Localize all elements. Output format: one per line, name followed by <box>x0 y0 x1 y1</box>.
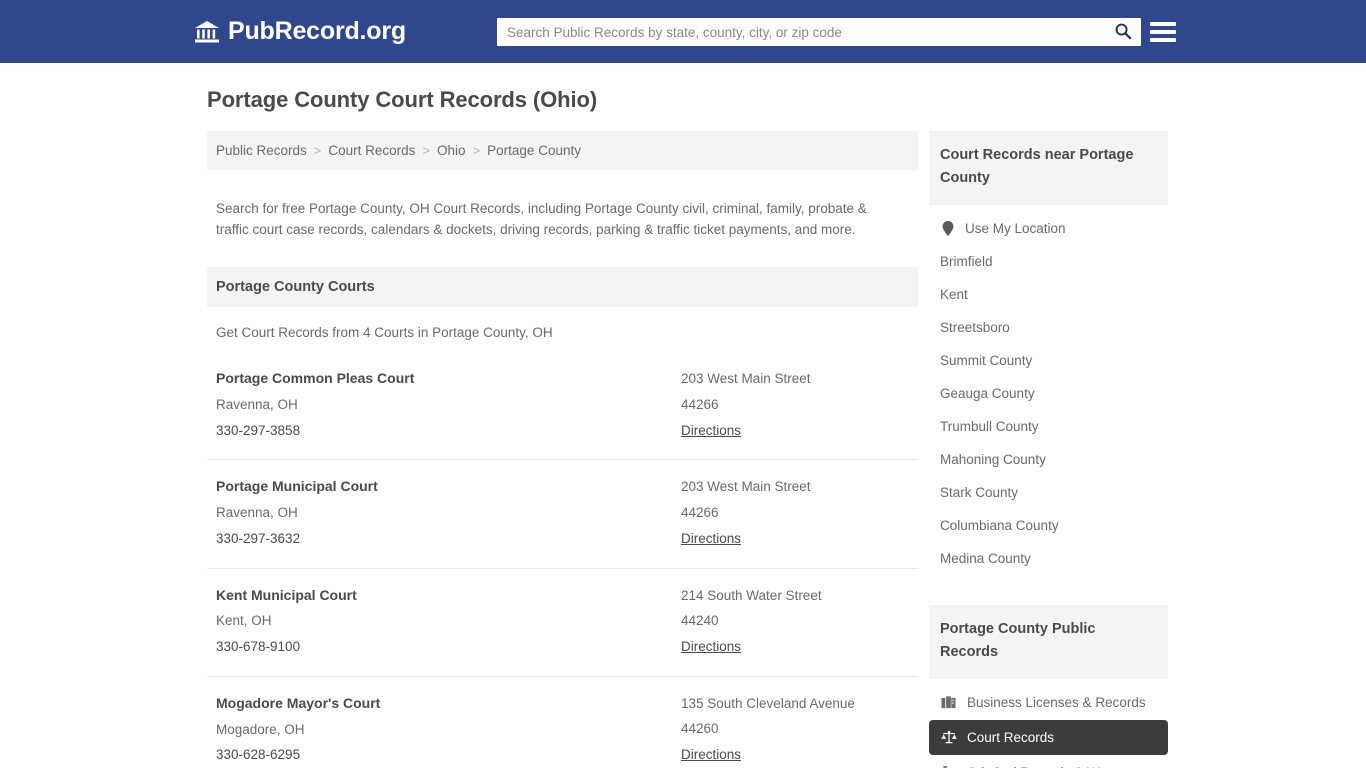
sidebar-item-label: Business Licenses & Records <box>967 694 1146 710</box>
sidebar-item-label: Trumbull County <box>940 418 1039 434</box>
table-row: Portage Municipal Court Ravenna, OH 330-… <box>207 459 918 567</box>
brand-logo-link[interactable]: PubRecord.org <box>194 19 406 44</box>
page-body: Portage County Court Records (Ohio) Publ… <box>0 63 1366 768</box>
two-column-layout: Public Records > Court Records > Ohio > … <box>198 131 1168 768</box>
sidebar-item-label: Use My Location <box>965 220 1066 236</box>
sidebar-public-records-list: Business Licenses & Records Court Record… <box>929 685 1168 768</box>
table-row: Kent Municipal Court Kent, OH 330-678-91… <box>207 567 918 676</box>
breadcrumb: Public Records > Court Records > Ohio > … <box>207 131 918 170</box>
breadcrumb-item-court-records[interactable]: Court Records <box>328 143 415 158</box>
scales-of-justice-icon <box>940 730 957 745</box>
sidebar-public-records-block: Portage County Public Records Business L… <box>929 604 1168 768</box>
court-info-left: Kent Municipal Court Kent, OH 330-678-91… <box>216 583 681 660</box>
court-name: Kent Municipal Court <box>216 586 357 603</box>
sidebar: Court Records near Portage County Use My… <box>918 131 1168 768</box>
court-info-right: 203 West Main Street 44266 Directions <box>681 474 909 551</box>
court-name: Portage Municipal Court <box>216 478 378 495</box>
court-street: 203 West Main Street <box>681 371 811 387</box>
breadcrumb-separator: > <box>422 143 431 158</box>
breadcrumb-item-portage-county[interactable]: Portage County <box>487 143 581 158</box>
breadcrumb-separator: > <box>472 143 481 158</box>
court-info-left: Portage Common Pleas Court Ravenna, OH 3… <box>216 366 681 443</box>
sidebar-item-label: Kent <box>940 286 968 302</box>
sidebar-item-label: Columbiana County <box>940 517 1059 533</box>
sidebar-nearby-list: Use My Location Brimfield Kent Streetsbo… <box>929 205 1168 575</box>
search-bar <box>497 18 1141 46</box>
main-column: Public Records > Court Records > Ohio > … <box>198 131 918 768</box>
court-zip: 44266 <box>681 505 719 521</box>
search-input[interactable] <box>497 19 1105 45</box>
site-header: PubRecord.org <box>0 0 1366 63</box>
court-zip: 44240 <box>681 613 719 629</box>
courts-section-heading: Portage County Courts <box>207 267 918 308</box>
sidebar-item-columbiana-county[interactable]: Columbiana County <box>929 509 1168 542</box>
sidebar-item-label: Stark County <box>940 484 1019 500</box>
hamburger-menu-icon[interactable] <box>1150 18 1176 46</box>
table-row: Mogadore Mayor's Court Mogadore, OH 330-… <box>207 675 918 768</box>
sidebar-item-criminal-records[interactable]: Criminal Records & Warrants <box>929 755 1168 768</box>
briefcase-icon <box>940 695 957 710</box>
sidebar-item-stark-county[interactable]: Stark County <box>929 476 1168 509</box>
sidebar-item-geauga-county[interactable]: Geauga County <box>929 377 1168 410</box>
court-street: 135 South Cleveland Avenue <box>681 695 855 711</box>
court-phone: 330-297-3632 <box>216 530 301 546</box>
sidebar-item-brimfield[interactable]: Brimfield <box>929 245 1168 278</box>
sidebar-item-medina-county[interactable]: Medina County <box>929 542 1168 575</box>
sidebar-item-court-records[interactable]: Court Records <box>929 719 1168 755</box>
intro-description: Search for free Portage County, OH Court… <box>216 200 867 238</box>
breadcrumb-item-public-records[interactable]: Public Records <box>216 143 307 158</box>
court-phone: 330-297-3858 <box>216 422 301 438</box>
directions-link[interactable]: Directions <box>681 418 741 444</box>
court-city-state: Mogadore, OH <box>216 721 305 737</box>
sidebar-item-trumbull-county[interactable]: Trumbull County <box>929 410 1168 443</box>
court-name: Mogadore Mayor's Court <box>216 694 381 711</box>
sidebar-public-records-heading: Portage County Public Records <box>929 604 1168 679</box>
sidebar-item-streetsboro[interactable]: Streetsboro <box>929 311 1168 344</box>
breadcrumb-separator: > <box>313 143 322 158</box>
court-info-right: 203 West Main Street 44266 Directions <box>681 366 909 443</box>
court-street: 214 South Water Street <box>681 587 822 603</box>
sidebar-item-label: Mahoning County <box>940 451 1046 467</box>
bank-building-icon <box>194 20 220 44</box>
court-info-right: 214 South Water Street 44240 Directions <box>681 583 909 660</box>
court-city-state: Ravenna, OH <box>216 397 298 413</box>
page-title: Portage County Court Records (Ohio) <box>207 87 598 112</box>
brand-name: PubRecord.org <box>228 17 406 45</box>
sidebar-item-label: Geauga County <box>940 385 1035 401</box>
court-phone: 330-628-6295 <box>216 747 301 763</box>
sidebar-item-label: Summit County <box>940 352 1033 368</box>
sidebar-item-label: Brimfield <box>940 253 993 269</box>
search-icon <box>1114 22 1132 43</box>
court-zip: 44260 <box>681 721 719 737</box>
courts-list: Portage Common Pleas Court Ravenna, OH 3… <box>207 352 918 768</box>
table-row: Portage Common Pleas Court Ravenna, OH 3… <box>207 352 918 459</box>
court-zip: 44266 <box>681 396 719 412</box>
sidebar-item-label: Court Records <box>967 729 1055 745</box>
directions-link[interactable]: Directions <box>681 634 741 660</box>
content-container: Portage County Court Records (Ohio) Publ… <box>198 63 1168 768</box>
court-city-state: Ravenna, OH <box>216 505 298 521</box>
sidebar-item-label: Medina County <box>940 550 1031 566</box>
sidebar-item-mahoning-county[interactable]: Mahoning County <box>929 443 1168 476</box>
court-info-right: 135 South Cleveland Avenue 44260 Directi… <box>681 691 909 768</box>
map-pin-icon <box>940 220 956 236</box>
sidebar-item-business-licenses[interactable]: Business Licenses & Records <box>929 685 1168 720</box>
court-info-left: Mogadore Mayor's Court Mogadore, OH 330-… <box>216 691 681 768</box>
sidebar-nearby-heading: Court Records near Portage County <box>929 131 1168 205</box>
court-city-state: Kent, OH <box>216 613 272 629</box>
search-button[interactable] <box>1105 18 1141 46</box>
courts-section-subtitle: Get Court Records from 4 Courts in Porta… <box>216 325 553 341</box>
sidebar-item-label: Streetsboro <box>940 319 1010 335</box>
court-name: Portage Common Pleas Court <box>216 370 415 387</box>
court-street: 203 West Main Street <box>681 479 811 495</box>
directions-link[interactable]: Directions <box>681 742 741 768</box>
sidebar-item-use-my-location[interactable]: Use My Location <box>929 205 1168 245</box>
directions-link[interactable]: Directions <box>681 526 741 552</box>
court-phone: 330-678-9100 <box>216 639 301 655</box>
sidebar-item-summit-county[interactable]: Summit County <box>929 344 1168 377</box>
sidebar-item-kent[interactable]: Kent <box>929 278 1168 311</box>
court-info-left: Portage Municipal Court Ravenna, OH 330-… <box>216 474 681 551</box>
breadcrumb-item-ohio[interactable]: Ohio <box>437 143 466 158</box>
